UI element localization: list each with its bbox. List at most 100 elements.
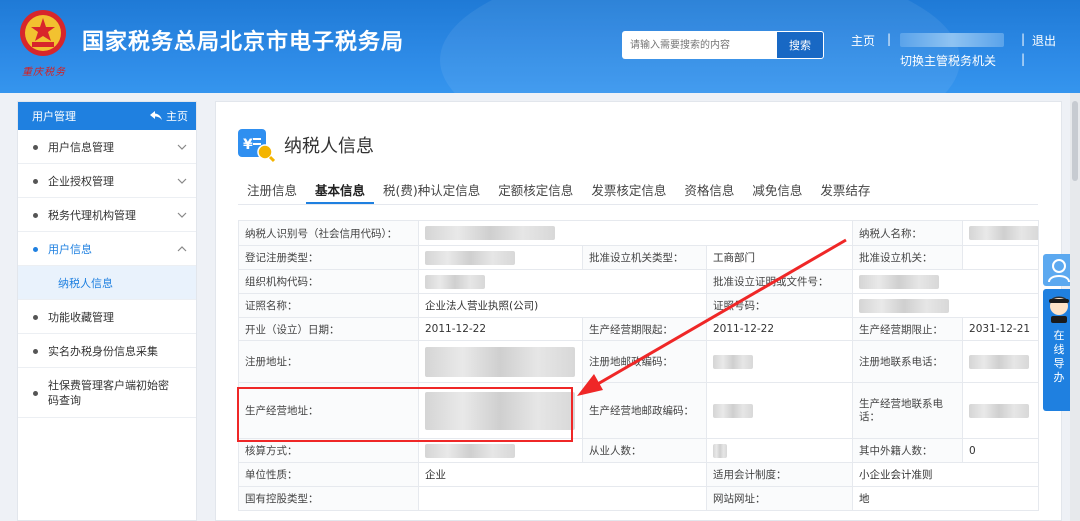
field-label: 注册地址： (238, 340, 419, 383)
sidebar-item-tax-agency[interactable]: 税务代理机构管理 (18, 198, 196, 232)
field-label: 生产经营期限止： (852, 317, 964, 341)
field-label: 开业（设立）日期： (238, 317, 419, 341)
tab-exemption[interactable]: 减免信息 (743, 174, 811, 204)
field-label: 从业人数： (582, 438, 707, 463)
tab-basic-info[interactable]: 基本信息 (306, 174, 375, 204)
field-label: 适用会计制度： (705, 462, 854, 487)
field-value: 工商部门 (705, 245, 854, 270)
sidebar-item-taxpayer-info[interactable]: 纳税人信息 (18, 266, 196, 300)
field-value-redacted (962, 220, 1040, 246)
guide-char: 在 (1053, 329, 1065, 342)
field-value-redacted (417, 220, 854, 246)
sidebar-home-link[interactable]: 主页 (150, 108, 188, 124)
field-value-redacted (852, 269, 1040, 294)
table-row: 注册地址： 注册地邮政编码： 注册地联系电话： (238, 340, 1040, 383)
field-label: 证照名称： (238, 293, 419, 318)
field-value-redacted (962, 382, 1040, 439)
sidebar-item-user-info[interactable]: 用户信息 (18, 232, 196, 266)
home-link[interactable]: 主页 (851, 32, 875, 49)
header-separator: | (887, 32, 892, 46)
guide-char: 线 (1053, 343, 1065, 356)
guide-label: 在 线 导 办 (1052, 329, 1066, 385)
field-label: 生产经营地联系电话： (852, 382, 964, 439)
field-value-redacted (418, 245, 583, 270)
sidebar-item-social-security-pwd[interactable]: 社保费管理客户端初始密码查询 (18, 368, 196, 418)
field-value: 2031-12-21 (962, 317, 1040, 341)
field-label: 批准设立机关类型： (582, 245, 707, 270)
tax-emblem-icon (20, 10, 66, 56)
header-separator: | (1021, 32, 1026, 46)
field-value: 小企业会计准则 (852, 462, 1040, 487)
sidebar-item-enterprise-auth[interactable]: 企业授权管理 (18, 164, 196, 198)
sidebar-item-favorites[interactable]: 功能收藏管理 (18, 300, 196, 334)
field-label: 登记注册类型： (238, 245, 419, 270)
field-value: 企业 (418, 462, 707, 487)
site-header: 重庆税务 国家税务总局北京市电子税务局 搜索 主页 | | 退出 切换主管税务机… (0, 0, 1080, 93)
page-scrollbar[interactable] (1070, 93, 1080, 521)
chevron-down-icon (177, 144, 187, 150)
switch-tax-office-link[interactable]: 切换主管税务机关 (900, 52, 996, 69)
table-row: 单位性质： 企业 适用会计制度： 小企业会计准则 (238, 462, 1040, 487)
field-label: 其中外籍人数： (852, 438, 964, 463)
bullet-icon (33, 212, 38, 218)
sidebar-item-label: 企业授权管理 (48, 174, 114, 188)
tab-quota[interactable]: 定额核定信息 (489, 174, 582, 204)
field-value: 2011-12-22 (418, 317, 583, 341)
chevron-down-icon (177, 212, 187, 218)
tab-invoice-approval[interactable]: 发票核定信息 (582, 174, 675, 204)
field-label: 纳税人识别号（社会信用代码）： (238, 220, 419, 246)
field-value: 0 (962, 438, 1040, 463)
sidebar-item-label: 税务代理机构管理 (48, 208, 136, 222)
field-value-redacted (962, 340, 1040, 383)
sidebar: 用户管理 主页 用户信息管理 企业授权管理 税务代理机构管理 用户信息 纳税人信… (17, 101, 197, 521)
field-value-redacted (852, 293, 1040, 318)
bullet-icon (33, 314, 38, 320)
guide-avatar-icon (1049, 296, 1069, 323)
site-title: 国家税务总局北京市电子税务局 (82, 30, 405, 55)
logout-link[interactable]: 退出 (1032, 32, 1056, 49)
sidebar-home-label: 主页 (166, 110, 188, 123)
info-tabs: 注册信息 基本信息 税(费)种认定信息 定额核定信息 发票核定信息 资格信息 减… (238, 174, 879, 204)
sidebar-item-label: 实名办税身份信息采集 (48, 344, 158, 358)
field-value-redacted (418, 438, 583, 463)
field-label: 网站网址： (705, 486, 854, 511)
field-label: 注册地联系电话： (852, 340, 964, 383)
sidebar-item-user-info-mgmt[interactable]: 用户信息管理 (18, 130, 196, 164)
basic-info-table: 纳税人识别号（社会信用代码）： 纳税人名称： 登记注册类型： 批准设立机关类型：… (238, 220, 1040, 511)
field-label: 纳税人名称： (852, 220, 964, 246)
tab-invoice-stock[interactable]: 发票结存 (811, 174, 879, 204)
svg-text:¥: ¥ (243, 137, 253, 153)
field-label: 证照号码： (705, 293, 854, 318)
guide-char: 办 (1053, 371, 1065, 384)
field-label: 注册地邮政编码： (582, 340, 707, 383)
sidebar-item-realname[interactable]: 实名办税身份信息采集 (18, 334, 196, 368)
sidebar-title: 用户管理 (32, 110, 76, 123)
sidebar-item-label: 用户信息管理 (48, 140, 114, 154)
guide-char: 导 (1053, 357, 1065, 370)
sidebar-item-label: 社保费管理客户端初始密码查询 (48, 378, 169, 407)
sidebar-header: 用户管理 主页 (18, 102, 196, 130)
field-label: 核算方式： (238, 438, 419, 463)
table-row: 组织机构代码： 批准设立证明或文件号： (238, 269, 1040, 294)
bullet-icon (33, 144, 38, 150)
tab-registration[interactable]: 注册信息 (238, 174, 306, 204)
search-input[interactable] (622, 31, 776, 59)
field-value-redacted (705, 438, 854, 463)
search-button[interactable]: 搜索 (776, 31, 824, 59)
page-title: 纳税人信息 (284, 136, 374, 157)
scrollbar-thumb[interactable] (1072, 101, 1078, 181)
bullet-icon (33, 246, 38, 252)
field-label: 国有控股类型： (238, 486, 419, 511)
field-value (418, 486, 707, 511)
tab-qualification[interactable]: 资格信息 (675, 174, 743, 204)
tab-tax-type[interactable]: 税(费)种认定信息 (374, 174, 489, 204)
bullet-icon (33, 178, 38, 184)
table-row: 核算方式： 从业人数： 其中外籍人数： 0 (238, 438, 1040, 463)
table-row: 登记注册类型： 批准设立机关类型： 工商部门 批准设立机关： (238, 245, 1040, 270)
table-row: 开业（设立）日期： 2011-12-22 生产经营期限起： 2011-12-22… (238, 317, 1040, 341)
main-panel: ¥ 纳税人信息 注册信息 基本信息 税(费)种认定信息 定额核定信息 发票核定信… (215, 101, 1062, 521)
header-separator: | (1021, 52, 1026, 66)
field-value: 2011-12-22 (705, 317, 854, 341)
sidebar-item-label: 用户信息 (48, 242, 92, 256)
bullet-icon (33, 390, 38, 396)
